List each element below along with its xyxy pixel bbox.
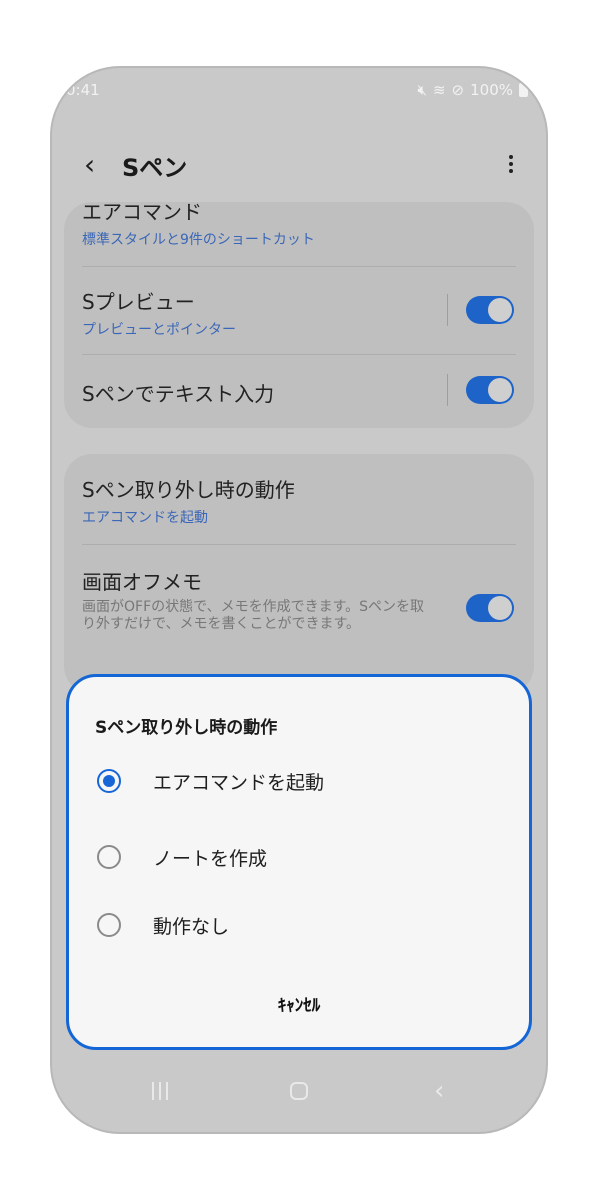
s-preview-subtitle: プレビューとポインター xyxy=(82,322,236,338)
s-preview-toggle[interactable] xyxy=(466,296,514,324)
home-icon[interactable] xyxy=(290,1082,308,1100)
divider xyxy=(82,266,516,267)
radio-button[interactable] xyxy=(97,845,121,869)
setting-detach-action[interactable]: Sペン取り外し時の動作 エアコマンドを起動 xyxy=(82,474,516,527)
wifi-icon: ≋ xyxy=(432,81,446,99)
screen-off-memo-title: 画面オフメモ xyxy=(82,570,202,594)
divider xyxy=(82,544,516,545)
more-options-icon[interactable] xyxy=(506,152,516,180)
air-command-title: エアコマンド xyxy=(82,200,202,224)
vertical-separator xyxy=(447,294,448,326)
screen-off-memo-description: 画面がOFFの状態で、メモを作成できます。Sペンを取り外すだけで、メモを書くこと… xyxy=(82,599,425,632)
settings-card-top: エアコマンド 標準スタイルと9件のショートカット Sプレビュー プレビューとポイ… xyxy=(64,200,534,428)
status-time: 0:41 xyxy=(66,81,100,99)
setting-air-command[interactable]: エアコマンド 標準スタイルと9件のショートカット xyxy=(82,196,516,249)
option-label: ノートを作成 xyxy=(153,848,268,870)
recent-apps-icon[interactable] xyxy=(150,1082,170,1102)
screen-off-memo-toggle[interactable] xyxy=(466,594,514,622)
setting-s-pen-to-text[interactable]: Sペンでテキスト入力 xyxy=(82,378,516,407)
s-pen-to-text-toggle[interactable] xyxy=(466,376,514,404)
option-no-action[interactable]: 動作なし xyxy=(93,905,505,945)
phone-frame: 0:41 🔇︎ ≋ ⊘ 100% ‹ Sペン エアコマンド 標準スタイルと9件の… xyxy=(50,66,548,1134)
detach-action-dialog: Sペン取り外し時の動作 エアコマンドを起動 ノートを作成 動作なし ｷｬﾝｾﾙ xyxy=(66,674,532,1050)
setting-s-preview[interactable]: Sプレビュー プレビューとポインター xyxy=(82,286,516,339)
dnd-icon: ⊘ xyxy=(451,81,465,99)
setting-screen-off-memo[interactable]: 画面オフメモ 画面がOFFの状態で、メモを作成できます。Sペンを取り外すだけで、… xyxy=(82,566,434,633)
navigation-bar: ‹ xyxy=(52,1072,546,1112)
option-label: エアコマンドを起動 xyxy=(153,772,325,794)
option-label: 動作なし xyxy=(153,916,230,938)
option-air-command[interactable]: エアコマンドを起動 xyxy=(93,761,505,801)
dialog-title: Sペン取り外し時の動作 xyxy=(95,718,278,738)
mute-icon: 🔇︎ xyxy=(417,81,427,99)
option-create-note[interactable]: ノートを作成 xyxy=(93,837,505,877)
s-preview-title: Sプレビュー xyxy=(82,290,195,314)
status-icons: 🔇︎ ≋ ⊘ 100% xyxy=(417,81,528,99)
detach-action-title: Sペン取り外し時の動作 xyxy=(82,478,295,502)
settings-card-bottom: Sペン取り外し時の動作 エアコマンドを起動 画面オフメモ 画面がOFFの状態で、… xyxy=(64,454,534,694)
radio-button-selected[interactable] xyxy=(97,769,121,793)
app-bar: ‹ Sペン xyxy=(52,138,546,194)
vertical-separator xyxy=(447,374,448,406)
status-bar: 0:41 🔇︎ ≋ ⊘ 100% xyxy=(52,68,546,114)
page-title: Sペン xyxy=(122,154,188,182)
divider xyxy=(82,354,516,355)
detach-action-subtitle: エアコマンドを起動 xyxy=(82,510,208,526)
s-pen-to-text-title: Sペンでテキスト入力 xyxy=(82,382,275,406)
air-command-subtitle: 標準スタイルと9件のショートカット xyxy=(82,232,315,248)
battery-level: 100% xyxy=(470,81,513,99)
radio-button[interactable] xyxy=(97,913,121,937)
back-icon[interactable]: ‹ xyxy=(84,150,106,182)
nav-back-icon[interactable]: ‹ xyxy=(434,1076,444,1106)
battery-icon xyxy=(519,81,528,97)
cancel-button[interactable]: ｷｬﾝｾﾙ xyxy=(69,991,529,1016)
